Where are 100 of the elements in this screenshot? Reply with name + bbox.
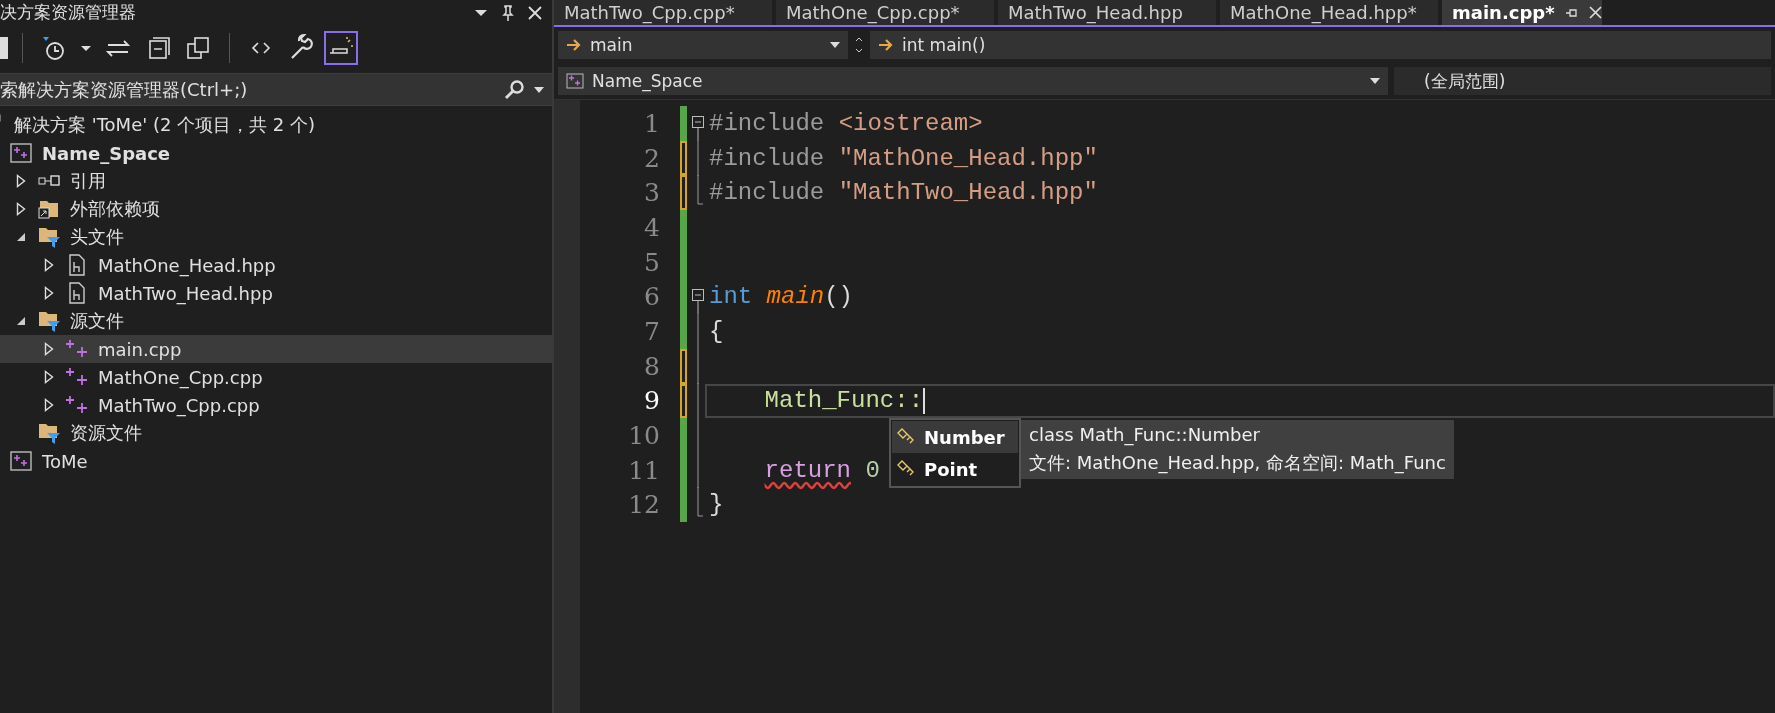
tree-label: 解决方案 'ToMe' (2 个项目，共 2 个): [14, 113, 315, 137]
line-number: 11: [627, 455, 660, 485]
cpp-file-icon: [65, 367, 89, 387]
line-number: 3: [643, 178, 660, 208]
references-icon: [38, 175, 60, 187]
tooltip-line: 文件: MathOne_Head.hpp, 命名空间: Math_Func: [1029, 451, 1446, 475]
line-number: 7: [643, 316, 660, 346]
tree-label: 外部依赖项: [70, 197, 160, 221]
line-number: 4: [643, 212, 660, 242]
project-dropdown[interactable]: Name_Space: [558, 67, 1388, 95]
code-token: 0: [864, 456, 880, 484]
expand-icon[interactable]: [44, 258, 54, 272]
caret-icon: [1370, 78, 1380, 84]
tree-label: MathTwo_Cpp.cpp: [98, 394, 260, 416]
arrow-icon: [878, 38, 894, 52]
completion-item[interactable]: Point: [892, 453, 1018, 485]
line-number: 10: [627, 421, 660, 451]
expand-icon[interactable]: [16, 174, 26, 188]
code-token: #include: [709, 109, 826, 137]
tree-label: 源文件: [70, 309, 124, 333]
file-tab[interactable]: MathTwo_Head.hpp: [998, 0, 1216, 25]
line-number: 6: [643, 282, 660, 312]
tree-label: MathTwo_Head.hpp: [98, 282, 273, 304]
member-dropdown[interactable]: int main(): [870, 31, 1771, 59]
code-token: #include: [709, 179, 826, 207]
line-number: 5: [643, 247, 660, 277]
pin-icon[interactable]: [1564, 7, 1579, 18]
tree-label: Name_Space: [42, 142, 171, 164]
file-tab[interactable]: MathOne_Cpp.cpp*: [776, 0, 994, 25]
code-token: "MathTwo_Head.hpp": [838, 179, 1098, 207]
cpp-file-icon: [65, 339, 89, 359]
completion-item[interactable]: Number: [892, 421, 1018, 453]
project-icon: [566, 73, 584, 89]
collapse-arrow-icon[interactable]: [16, 316, 26, 326]
tree-label: ToMe: [42, 450, 88, 472]
dropdown-icon[interactable]: [474, 8, 488, 17]
file-tab[interactable]: MathTwo_Cpp.cpp*: [554, 0, 772, 25]
expand-icon[interactable]: [44, 370, 54, 384]
tree-item[interactable]: ToMe: [0, 447, 552, 475]
caret-icon[interactable]: [534, 86, 544, 93]
code-token: return: [764, 456, 852, 484]
tree-label: 资源文件: [70, 421, 142, 445]
header-file-icon: [68, 254, 86, 276]
tree-item[interactable]: MathOne_Head.hpp: [0, 251, 552, 279]
tooltip-line: class Math_Func::Number: [1029, 424, 1261, 445]
cpp-file-icon: [65, 395, 89, 415]
code-token: }: [709, 491, 724, 519]
close-icon[interactable]: [1588, 6, 1602, 19]
expand-icon[interactable]: [44, 342, 54, 356]
code-token: Math_Func::: [764, 387, 924, 415]
scope-dropdown[interactable]: main: [558, 31, 848, 59]
caret-icon: [830, 42, 840, 48]
preview-icon[interactable]: [324, 31, 358, 65]
tree-item[interactable]: MathOne_Cpp.cpp: [0, 363, 552, 391]
code-token: "MathOne_Head.hpp": [838, 144, 1098, 172]
project-icon: [10, 143, 32, 163]
search-icon[interactable]: [504, 78, 526, 101]
line-number: 1: [643, 108, 660, 138]
collapse-arrow-icon[interactable]: [16, 232, 26, 242]
line-number: 9: [643, 386, 660, 416]
file-tab[interactable]: main.cpp*: [1442, 0, 1602, 25]
tree-item[interactable]: 解决方案 'ToMe' (2 个项目，共 2 个): [0, 111, 552, 139]
tree-label: MathOne_Cpp.cpp: [98, 366, 263, 388]
tree-item[interactable]: MathTwo_Head.hpp: [0, 279, 552, 307]
code-token: (): [824, 283, 854, 311]
project-icon: [10, 451, 32, 471]
filter-folder-icon: [37, 310, 61, 332]
tree-item[interactable]: MathTwo_Cpp.cpp: [0, 391, 552, 419]
file-tab[interactable]: MathOne_Head.hpp*: [1220, 0, 1438, 25]
code-token: main: [766, 283, 825, 311]
search-field[interactable]: 索解决方案资源管理器(Ctrl+;): [0, 79, 496, 100]
code-token: <iostream>: [838, 109, 983, 137]
code-token: #include: [709, 144, 826, 172]
tree-item[interactable]: 外部依赖项: [0, 195, 552, 223]
filter-folder-icon: [37, 422, 61, 444]
folder-icon: [38, 199, 60, 219]
code-token: {: [709, 317, 724, 345]
expand-icon[interactable]: [16, 202, 26, 216]
pin-icon[interactable]: [502, 4, 514, 21]
tree-label: main.cpp: [98, 338, 182, 360]
tree-item[interactable]: 源文件: [0, 307, 552, 335]
tree-item[interactable]: Name_Space: [0, 139, 552, 167]
header-file-icon: [68, 282, 86, 304]
tree-label: 头文件: [70, 225, 124, 249]
text-cursor: [923, 387, 926, 414]
tree-label: MathOne_Head.hpp: [98, 254, 276, 276]
filter-folder-icon: [37, 226, 61, 248]
tree-item[interactable]: 头文件: [0, 223, 552, 251]
tree-label: 引用: [70, 169, 106, 193]
context-dropdown[interactable]: (全局范围): [1394, 67, 1771, 95]
close-icon[interactable]: [528, 5, 542, 20]
expand-icon[interactable]: [44, 398, 54, 412]
tree-item[interactable]: 资源文件: [0, 419, 552, 447]
code-token: int: [709, 283, 754, 311]
line-number: 2: [643, 143, 660, 173]
tree-item[interactable]: main.cpp: [0, 335, 552, 363]
tree-item[interactable]: 引用: [0, 167, 552, 195]
search-box[interactable]: 索解决方案资源管理器(Ctrl+;): [0, 73, 552, 106]
line-number: 8: [643, 351, 660, 381]
expand-icon[interactable]: [44, 286, 54, 300]
